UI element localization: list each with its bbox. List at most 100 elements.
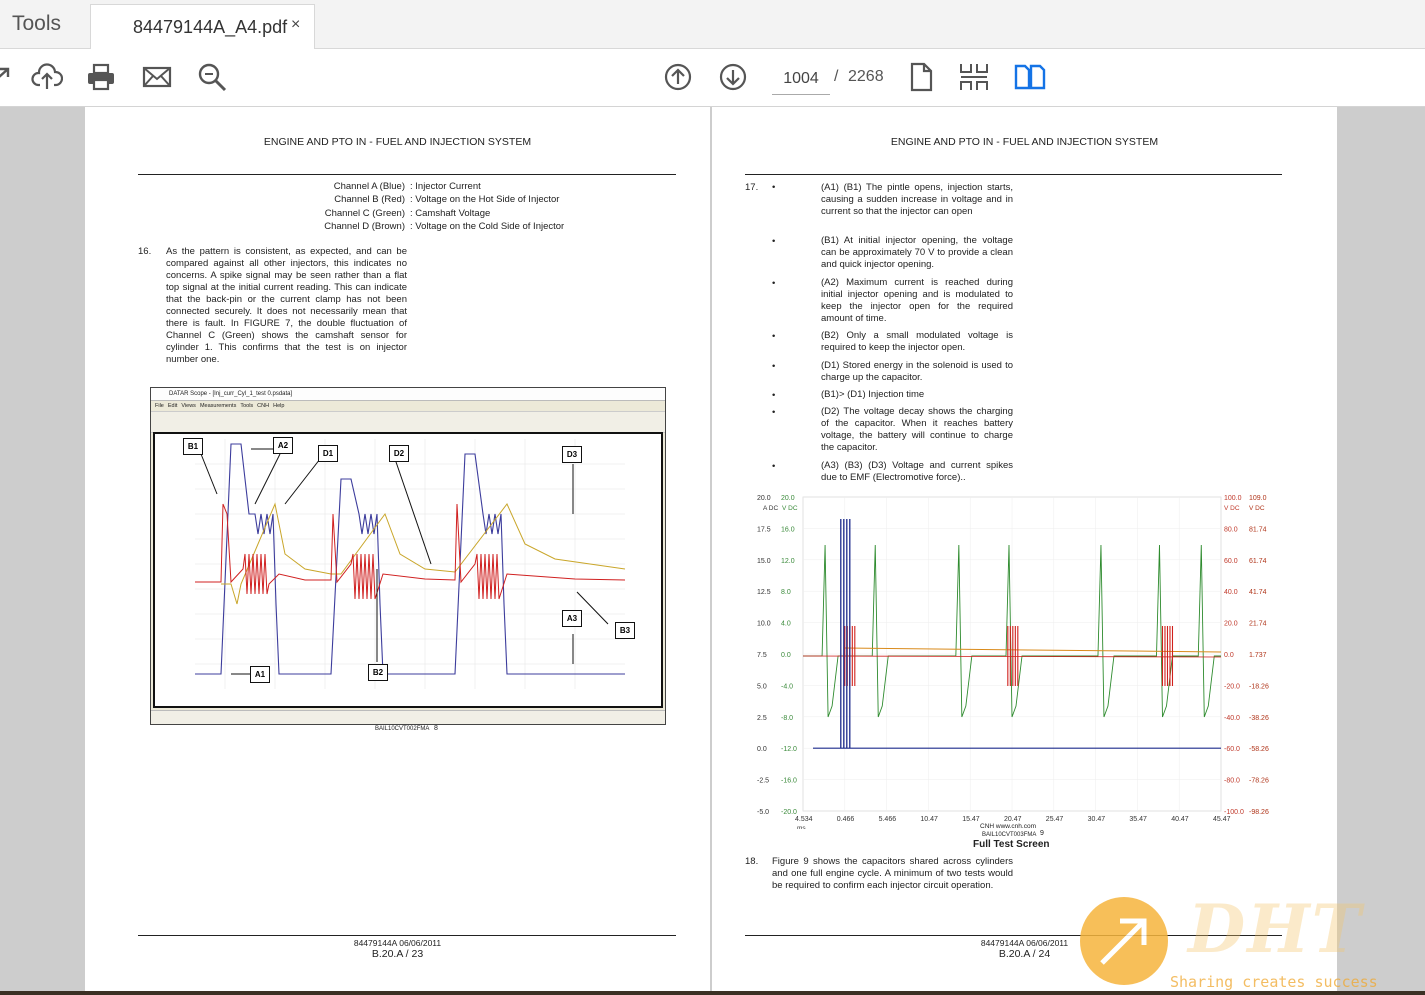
taskbar-edge xyxy=(0,991,1425,995)
callout-label: D3 xyxy=(562,446,582,463)
y-tick-label: 4.0 xyxy=(781,621,791,628)
y-tick-label: -80.0 xyxy=(1224,778,1240,785)
figure-caption: BAIL10CVT003FMA xyxy=(982,832,1037,838)
x-tick-label: 40.47 xyxy=(1171,816,1189,823)
scope-window-title: DATAR Scope - [Inj_curr_Cyl_1_test 0.psd… xyxy=(151,388,665,401)
email-icon[interactable] xyxy=(141,61,173,93)
channel-desc: : Injector Current xyxy=(410,181,481,192)
x-tick-label: 20.47 xyxy=(1004,816,1022,823)
upload-icon[interactable] xyxy=(31,61,64,93)
x-tick-label: 25.47 xyxy=(1046,816,1064,823)
y-tick-label: 80.0 xyxy=(1224,526,1238,533)
x-tick-label: 35.47 xyxy=(1129,816,1147,823)
channel-desc: : Camshaft Voltage xyxy=(410,208,491,219)
figure-number: 9 xyxy=(1040,830,1044,837)
watermark-brand: DHT xyxy=(1188,890,1363,968)
figure-credit: CNH www.cnh.com xyxy=(980,823,1036,830)
y-tick-label: 109.0 xyxy=(1249,495,1267,502)
header-rule xyxy=(745,174,1282,175)
bullet: • xyxy=(772,390,776,401)
y-tick-label: 10.0 xyxy=(757,621,771,628)
x-tick-label: 5.466 xyxy=(879,816,897,823)
y-tick-label: 12.5 xyxy=(757,589,771,596)
y-tick-label: -5.0 xyxy=(757,809,769,816)
single-page-icon[interactable] xyxy=(905,61,937,93)
page-header: ENGINE AND PTO IN - FUEL AND INJECTION S… xyxy=(263,136,532,148)
y-tick-label: 20.0 xyxy=(757,495,771,502)
y-tick-label: -78.26 xyxy=(1249,778,1269,785)
y-tick-label: 20.0 xyxy=(1224,621,1238,628)
y-tick-label: -40.0 xyxy=(1224,715,1240,722)
callout-label: B3 xyxy=(615,622,635,639)
pdf-page-left: ENGINE AND PTO IN - FUEL AND INJECTION S… xyxy=(85,107,710,991)
page-separator: / xyxy=(834,68,839,85)
callout-label: A3 xyxy=(562,610,582,627)
two-page-icon[interactable] xyxy=(1014,61,1046,93)
y-tick-label: 5.0 xyxy=(757,683,767,690)
bullet: • xyxy=(772,331,776,342)
scroll-mode-icon[interactable] xyxy=(958,61,990,93)
y-tick-label: -98.26 xyxy=(1249,809,1269,816)
page-total: 2268 xyxy=(848,68,884,85)
step-text: Figure 9 shows the capacitors shared acr… xyxy=(772,856,1013,891)
y-tick-label: -20.0 xyxy=(1224,683,1240,690)
bullet-text: (A1) (B1) The pintle opens, injection st… xyxy=(821,182,1013,217)
bullet: • xyxy=(772,182,776,193)
y-tick-label: -2.5 xyxy=(757,778,769,785)
footer-page: B.20.A / 23 xyxy=(371,948,424,960)
y-tick-label: 100.0 xyxy=(1224,495,1242,502)
y-tick-label: 81.74 xyxy=(1249,526,1267,533)
y-axis-unit: V DC xyxy=(1224,505,1240,512)
full-test-screen-chart: 20.0 20.0 100.0 109.0 17.5 16.0 80.0 81.74 15.0 1… xyxy=(757,495,1269,829)
tab-tools[interactable]: Tools xyxy=(0,0,90,48)
channel-desc: : Voltage on the Cold Side of Injector xyxy=(410,221,565,232)
print-icon[interactable] xyxy=(85,61,117,93)
y-tick-label: 16.0 xyxy=(781,526,795,533)
scope-menu-bar: File Edit Views Measurements Tools CNH Help xyxy=(155,403,285,409)
footer-code: 84479144A 06/06/2011 xyxy=(353,938,442,948)
y-tick-label: 2.5 xyxy=(757,715,767,722)
y-tick-label: 7.5 xyxy=(757,652,767,659)
zoom-search-icon[interactable] xyxy=(196,61,228,93)
bullet: • xyxy=(772,361,776,372)
bullet: • xyxy=(772,407,776,418)
step-number: 17. xyxy=(745,182,759,193)
page-down-icon[interactable] xyxy=(717,61,749,93)
x-tick-label: 45.47 xyxy=(1213,816,1231,823)
bullet: • xyxy=(772,236,776,247)
bullet-text: (D2) The voltage decay shows the chargin… xyxy=(821,406,1013,453)
step-number: 18. xyxy=(745,856,759,867)
x-tick-label: 4.534 xyxy=(795,816,813,823)
y-tick-label: -4.0 xyxy=(781,683,793,690)
close-tab-button[interactable]: × xyxy=(291,16,300,34)
y-tick-label: 15.0 xyxy=(757,558,771,565)
footer-rule xyxy=(138,935,676,936)
channel-name: Channel A (Blue) xyxy=(333,181,405,192)
channel-name: Channel D (Brown) xyxy=(324,221,405,232)
figure-number: 8 xyxy=(434,725,438,732)
document-viewer[interactable]: ENGINE AND PTO IN - FUEL AND INJECTION S… xyxy=(0,107,1425,995)
step-number: 16. xyxy=(138,246,152,257)
watermark-logo xyxy=(1080,897,1168,985)
y-tick-label: -38.26 xyxy=(1249,715,1269,722)
y-tick-label: 40.0 xyxy=(1224,589,1238,596)
y-tick-label: 21.74 xyxy=(1249,621,1267,628)
y-tick-label: -58.26 xyxy=(1249,746,1269,753)
y-tick-label: 0.0 xyxy=(1224,652,1234,659)
page-number-input[interactable] xyxy=(772,64,830,95)
y-tick-label: -12.0 xyxy=(781,746,797,753)
y-tick-label: -60.0 xyxy=(1224,746,1240,753)
tab-document[interactable]: 84479144A_A4.pdf × xyxy=(90,4,315,49)
y-tick-label: 12.0 xyxy=(781,558,795,565)
share-icon[interactable] xyxy=(0,61,18,93)
page-up-icon[interactable] xyxy=(662,61,694,93)
scope-screenshot: DATAR Scope - [Inj_curr_Cyl_1_test 0.psd… xyxy=(150,387,666,725)
bullet-text: (B2) Only a small modulated voltage is r… xyxy=(821,330,1013,353)
header-rule xyxy=(138,174,676,175)
bullet-text: (B1)> (D1) Injection time xyxy=(821,389,925,400)
scope-toolbar xyxy=(151,411,665,433)
figure-caption: BAIL10CVT002FMA xyxy=(375,726,430,732)
bullet: • xyxy=(772,461,776,472)
y-tick-label: 8.0 xyxy=(781,589,791,596)
tab-document-label: 84479144A_A4.pdf xyxy=(133,16,288,37)
